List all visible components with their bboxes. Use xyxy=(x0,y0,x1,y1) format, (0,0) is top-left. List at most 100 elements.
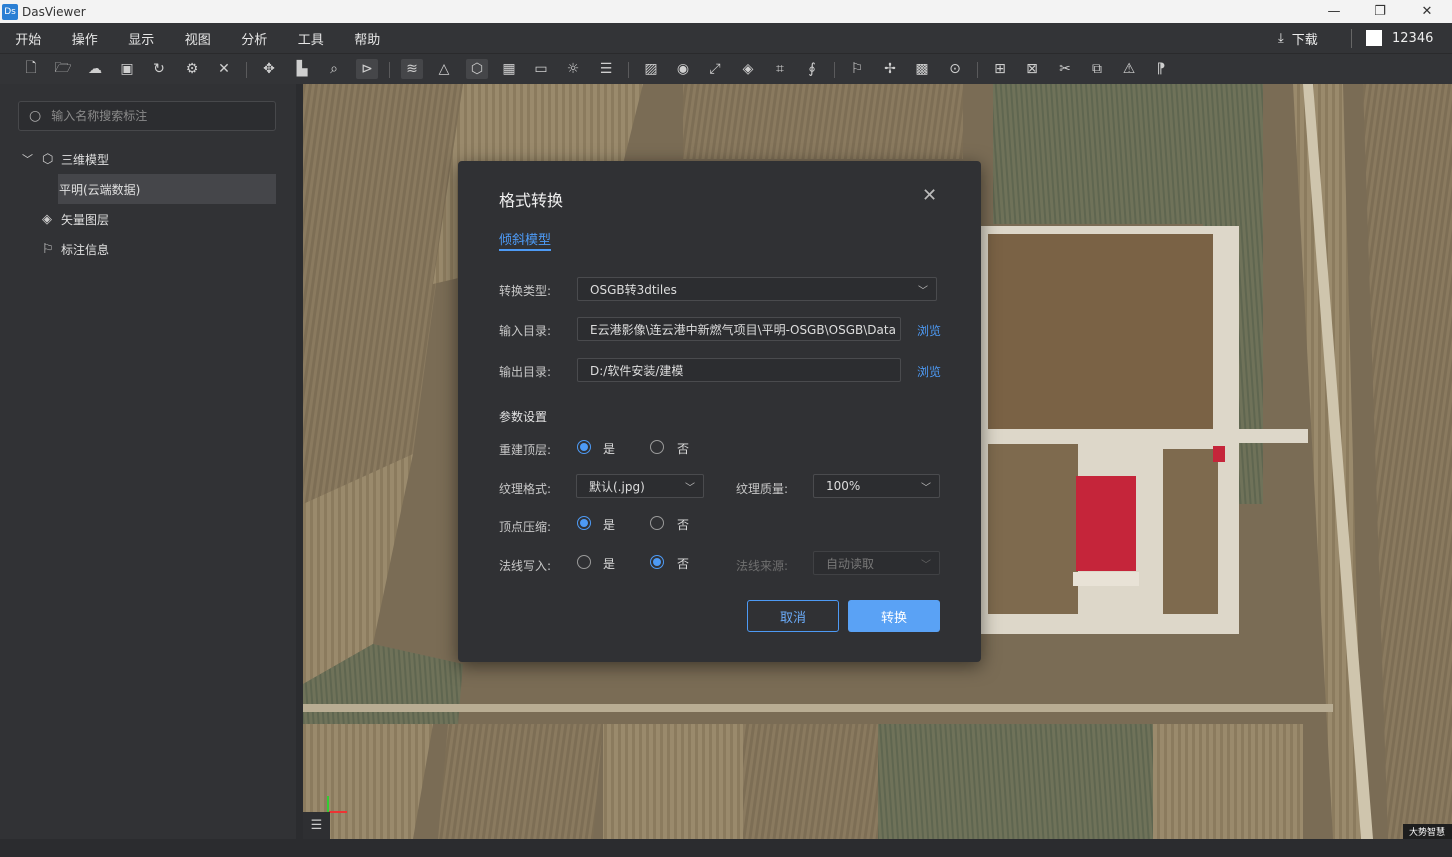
vertex-compress-yes-radio[interactable] xyxy=(577,516,591,530)
grid-icon[interactable]: ▦ xyxy=(498,59,520,79)
menu-analysis[interactable]: 分析 xyxy=(226,29,283,48)
panel-splitter[interactable] xyxy=(296,84,303,839)
flag-icon: ⚐ xyxy=(42,241,54,257)
building-icon[interactable]: ▙ xyxy=(291,59,313,79)
tree-node-3d-model[interactable]: ﹀ ⬡ 三维模型 xyxy=(0,144,296,174)
toolbar-separator xyxy=(246,62,247,78)
eye-scan-icon[interactable]: ◉ xyxy=(672,59,694,79)
toolbar: 🗋 🗁 ☁ ▣ ↻ ⚙ ✕ ✥ ▙ ⌕ ⊳ ≋ △ ⬡ ▦ ▭ ☼ ☰ ▨ ◉ … xyxy=(0,53,1452,84)
flag-select-icon[interactable]: ⊳ xyxy=(356,59,378,79)
move-icon[interactable]: ✥ xyxy=(258,59,280,79)
cube-icon: ⬡ xyxy=(42,151,54,167)
tile-grid-icon[interactable]: ⊞ xyxy=(989,59,1011,79)
browse-input-button[interactable]: 浏览 xyxy=(917,322,941,339)
tree-node-annotation[interactable]: ⚐ 标注信息 xyxy=(0,234,296,264)
scissors-icon[interactable]: ✂ xyxy=(1054,59,1076,79)
hexagon-icon[interactable]: ⬡ xyxy=(466,59,488,79)
input-dir-value: E云港影像\连云港中新燃气项目\平明-OSGB\OSGB\Data xyxy=(590,322,896,337)
convert-type-select[interactable]: OSGB转3dtiles ﹀ xyxy=(577,277,937,301)
menu-help[interactable]: 帮助 xyxy=(339,29,396,48)
sun-icon[interactable]: ☼ xyxy=(562,59,584,79)
menu-operate[interactable]: 操作 xyxy=(57,29,114,48)
output-dir-label: 输出目录: xyxy=(499,365,552,379)
screen-icon[interactable]: ▭ xyxy=(530,59,552,79)
refresh-icon[interactable]: ↻ xyxy=(148,59,170,79)
output-dir-value: D:/软件安装/建模 xyxy=(590,363,684,378)
cross-tool-icon[interactable]: ✢ xyxy=(879,59,901,79)
normal-write-yes-radio[interactable] xyxy=(577,555,591,569)
settings-icon[interactable]: ⚙ xyxy=(181,59,203,79)
menu-display[interactable]: 显示 xyxy=(113,29,170,48)
rebuild-top-yes-radio[interactable] xyxy=(577,440,591,454)
menu-tools[interactable]: 工具 xyxy=(283,29,340,48)
texture-icon[interactable]: ▩ xyxy=(911,59,933,79)
cloud-icon[interactable]: ☁ xyxy=(84,59,106,79)
model-icon[interactable]: ◈ xyxy=(737,59,759,79)
rebuild-top-no-radio[interactable] xyxy=(650,440,664,454)
path-icon[interactable]: ∮ xyxy=(801,59,823,79)
user-account[interactable]: 12346 xyxy=(1366,23,1433,53)
rebuild-top-label: 重建顶层: xyxy=(499,443,552,457)
toolbar-separator xyxy=(389,62,390,78)
input-dir-field[interactable]: E云港影像\连云港中新燃气项目\平明-OSGB\OSGB\Data xyxy=(577,317,901,341)
properties-icon[interactable]: ⁋ xyxy=(1150,59,1172,79)
cancel-button[interactable]: 取消 xyxy=(747,600,839,632)
merge-icon[interactable]: ⧉ xyxy=(1086,59,1108,79)
radio-label-no: 否 xyxy=(677,442,690,456)
normal-write-no-radio[interactable] xyxy=(650,555,664,569)
dialog-close-button[interactable]: ✕ xyxy=(922,185,937,206)
toolbar-separator xyxy=(834,62,835,78)
tile-cross-icon[interactable]: ⊠ xyxy=(1021,59,1043,79)
texture-format-select[interactable]: 默认(.jpg) ﹀ xyxy=(576,474,704,498)
close-window-button[interactable]: ✕ xyxy=(1404,0,1450,23)
new-file-icon[interactable]: 🗋 xyxy=(20,59,42,79)
close-model-icon[interactable]: ✕ xyxy=(213,59,235,79)
close-icon: ✕ xyxy=(1421,4,1433,19)
list-toggle-button[interactable]: ☰ xyxy=(303,812,330,839)
radio-label-yes: 是 xyxy=(603,557,616,571)
expand-icon[interactable]: ⤢ xyxy=(704,59,726,79)
save-icon[interactable]: ▣ xyxy=(116,59,138,79)
minimize-button[interactable]: — xyxy=(1311,0,1357,23)
close-icon: ✕ xyxy=(922,185,938,206)
restore-button[interactable]: ❐ xyxy=(1357,0,1403,23)
menu-start[interactable]: 开始 xyxy=(0,29,57,48)
tree-node-label: 平明(云端数据) xyxy=(59,182,141,197)
tree-node-vector-layer[interactable]: ◈ 矢量图层 xyxy=(0,204,296,234)
vertex-compress-no-radio[interactable] xyxy=(650,516,664,530)
format-convert-dialog: 格式转换 ✕ 倾斜模型 转换类型: OSGB转3dtiles ﹀ 输入目录: E… xyxy=(458,161,981,662)
normal-write-label: 法线写入: xyxy=(499,559,552,573)
search-input[interactable] xyxy=(51,109,252,123)
warning-icon[interactable]: ⚠ xyxy=(1118,59,1140,79)
chevron-down-icon: ﹀ xyxy=(921,482,931,494)
texture-quality-value: 100% xyxy=(826,479,861,493)
menu-view[interactable]: 视图 xyxy=(170,29,227,48)
title-bar: Ds DasViewer — ❐ ✕ xyxy=(0,0,1452,23)
texture-quality-select[interactable]: 100% ﹀ xyxy=(813,474,940,498)
open-folder-icon[interactable]: 🗁 xyxy=(52,59,74,79)
texture-format-label: 纹理格式: xyxy=(499,482,552,496)
tree-node-model-cloud[interactable]: 平明(云端数据) xyxy=(58,174,276,204)
chevron-down-icon: ﹀ xyxy=(685,482,695,494)
tab-oblique-model[interactable]: 倾斜模型 xyxy=(499,229,551,248)
chevron-down-icon[interactable]: ﹀ xyxy=(22,151,33,167)
params-section-title: 参数设置 xyxy=(499,410,548,424)
convert-button[interactable]: 转换 xyxy=(848,600,940,632)
radio-label-no: 否 xyxy=(677,557,690,571)
user-id: 12346 xyxy=(1392,30,1434,46)
measure-icon[interactable]: △ xyxy=(433,59,455,79)
crop-icon[interactable]: ⌗ xyxy=(769,59,791,79)
flag-icon[interactable]: ⚐ xyxy=(846,59,868,79)
layers-icon[interactable]: ≋ xyxy=(401,59,423,79)
search-icon[interactable]: ⌕ xyxy=(323,59,345,79)
download-button[interactable]: ⤓ 下载 xyxy=(1278,23,1318,53)
sidebar: ○ ﹀ ⬡ 三维模型 平明(云端数据) ◈ 矢量图层 ⚐ 标注信息 xyxy=(0,84,296,839)
texture-format-value: 默认(.jpg) xyxy=(589,479,645,494)
search-box[interactable]: ○ xyxy=(18,101,276,131)
browse-output-button[interactable]: 浏览 xyxy=(917,363,941,380)
output-dir-field[interactable]: D:/软件安装/建模 xyxy=(577,358,901,382)
sliders-icon[interactable]: ☰ xyxy=(595,59,617,79)
location-pin-icon[interactable]: ⊙ xyxy=(944,59,966,79)
status-bar xyxy=(0,839,1452,857)
image-icon[interactable]: ▨ xyxy=(640,59,662,79)
